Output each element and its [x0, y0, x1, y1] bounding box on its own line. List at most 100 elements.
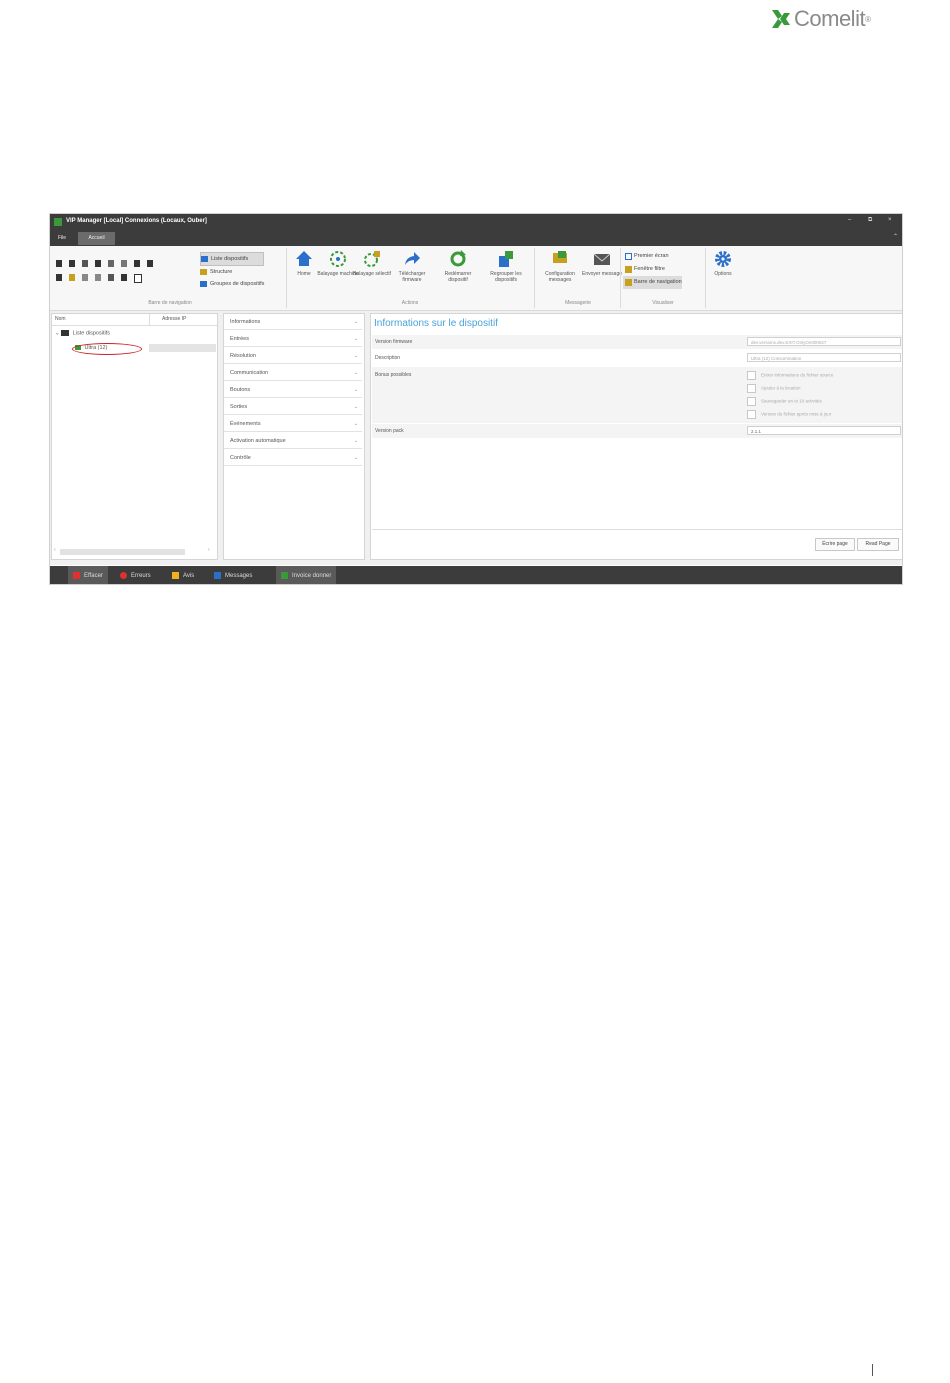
save-icon[interactable]	[69, 260, 75, 267]
restore-button[interactable]: ⧉	[868, 217, 872, 224]
pen-icon[interactable]	[82, 274, 88, 281]
accordion-resolution[interactable]: Résolution ⌄	[224, 348, 362, 364]
accordion-evenements[interactable]: Événements ⌄	[224, 416, 362, 432]
network-icon[interactable]	[134, 260, 140, 267]
scan-selective-button[interactable]: Balayage sélectif	[350, 250, 394, 277]
accordion-entrees[interactable]: Entrées ⌄	[224, 331, 362, 347]
checkbox[interactable]	[747, 397, 756, 406]
headset-icon[interactable]	[95, 274, 101, 281]
scan-selective-label: Balayage sélectif	[353, 271, 391, 277]
write-page-button[interactable]: Écrire page	[815, 538, 855, 551]
structure-icon	[200, 269, 207, 275]
info-icon	[214, 571, 221, 579]
config-messages-icon	[551, 250, 569, 268]
upload-firmware-button[interactable]: Télécharger firmware	[390, 250, 434, 283]
accordion-sorties[interactable]: Sorties ⌄	[224, 399, 362, 415]
status-clear[interactable]: Effacer	[68, 566, 108, 584]
description-field[interactable]: Ultra (12) Consommation	[747, 353, 901, 362]
user-icon[interactable]	[147, 260, 153, 267]
status-errors[interactable]: Erreurs	[120, 566, 151, 584]
nav-device-list[interactable]: Liste dispositifs	[200, 252, 265, 266]
accordion-communication[interactable]: Communication ⌄	[224, 365, 362, 381]
accordion-label: Boutons	[230, 387, 251, 393]
home-icon	[295, 250, 313, 268]
home-small-icon[interactable]	[95, 260, 101, 267]
nav-structure[interactable]: Structure	[200, 266, 264, 278]
status-warnings[interactable]: Avis	[172, 566, 195, 584]
checkbox[interactable]	[747, 410, 756, 419]
list-icon	[201, 256, 208, 262]
checkbox[interactable]	[747, 384, 756, 393]
upload-arrow-icon	[403, 250, 421, 268]
gear-icon	[714, 250, 732, 268]
tree-header: Nom Adresse IP	[52, 314, 217, 326]
status-clear-label: Effacer	[84, 573, 103, 579]
close-button[interactable]: ×	[888, 217, 892, 223]
app-icon	[54, 218, 62, 226]
chevron-down-icon: ⌄	[353, 455, 358, 461]
checkbox[interactable]	[747, 371, 756, 380]
nav-structure-label: Structure	[210, 269, 233, 275]
chevron-down-icon: ⌄	[353, 438, 358, 444]
refresh-icon	[449, 250, 467, 268]
view-first-screen[interactable]: Premier écran	[623, 250, 682, 263]
file-icon[interactable]	[56, 260, 62, 267]
nav-device-groups[interactable]: Groupes de dispositifs	[200, 278, 264, 290]
status-warnings-label: Avis	[183, 573, 195, 579]
folder-icon[interactable]	[108, 260, 114, 267]
settings-accordion: Informations ⌄ Entrées ⌄ Résolution ⌄ Commu…	[223, 313, 365, 560]
horizontal-scrollbar[interactable]	[60, 549, 185, 555]
accordion-label: Sorties	[230, 404, 248, 410]
accordion-activation[interactable]: Activation automatique ⌄	[224, 433, 362, 449]
title-bar: VIP Manager [Local] Connexions (Locaux, …	[50, 214, 902, 230]
firmware-version-field[interactable]: dev.versions.dev.EXIT.OnlyOn000027	[747, 337, 901, 346]
restart-device-label: Redémarrer dispositif	[444, 271, 472, 283]
view-navigation-bar[interactable]: Barre de navigation	[623, 276, 682, 289]
footer-divider	[372, 529, 902, 530]
device-icon[interactable]	[56, 274, 62, 281]
group-devices-button[interactable]: Regrouper les dispositifs	[484, 250, 528, 283]
accordion-informations[interactable]: Informations ⌄	[224, 314, 362, 330]
scroll-left-icon[interactable]: ‹	[54, 547, 56, 553]
monitor-icon[interactable]	[108, 274, 114, 281]
phone-icon[interactable]	[121, 274, 127, 281]
chevron-down-icon: ⌄	[353, 404, 358, 410]
arrow-icon[interactable]	[121, 260, 127, 267]
status-bar: Effacer Erreurs Avis Messages Invoice do…	[50, 566, 902, 584]
read-page-button[interactable]: Read Page	[857, 538, 899, 551]
device-address-cell	[149, 344, 216, 352]
status-messages[interactable]: Messages	[214, 566, 252, 584]
tree-root[interactable]: ⌄ Liste dispositifs	[55, 330, 110, 336]
checkbox-option[interactable]: Version du fichier après mise à jour	[747, 410, 831, 419]
scroll-right-icon[interactable]: ›	[208, 547, 210, 553]
group-separator	[534, 248, 535, 308]
restart-device-button[interactable]: Redémarrer dispositif	[436, 250, 480, 283]
options-button[interactable]: Options	[701, 250, 745, 277]
tab-home[interactable]: Accueil	[78, 232, 115, 245]
column-name[interactable]: Nom	[55, 316, 66, 322]
pack-version-field[interactable]: 2.1.1	[747, 426, 901, 435]
configure-messages-button[interactable]: Configuration messages	[538, 250, 582, 283]
column-divider	[149, 314, 150, 325]
registered-mark: ®	[865, 14, 871, 24]
ribbon-collapse-icon[interactable]: ⌃	[893, 233, 898, 240]
configure-messages-label: Configuration messages	[545, 271, 575, 283]
page-icon[interactable]	[134, 274, 142, 283]
checkbox-option[interactable]: Ajouter à la location	[747, 384, 801, 393]
status-invoice[interactable]: Invoice donner	[276, 566, 337, 584]
checkbox-option[interactable]: Sauvegarder en et 10 activités	[747, 397, 822, 406]
view-filter-window[interactable]: Fenêtre filtre	[623, 263, 682, 276]
tab-file[interactable]: File	[54, 232, 70, 245]
minimize-button[interactable]: –	[848, 217, 851, 223]
key-icon[interactable]	[69, 274, 75, 281]
collapse-toggle-icon[interactable]: ⌄	[55, 330, 60, 336]
accordion-boutons[interactable]: Boutons ⌄	[224, 382, 362, 398]
tools-icon[interactable]	[82, 260, 88, 267]
column-ip-address[interactable]: Adresse IP	[162, 316, 186, 322]
accordion-controle[interactable]: Contrôle ⌄	[224, 450, 362, 466]
checkbox-option[interactable]: Entrer informations du fichier source	[747, 371, 833, 380]
send-message-button[interactable]: Envoyer message	[580, 250, 624, 277]
bonus-label: Bonus possibles	[375, 372, 412, 378]
status-errors-label: Erreurs	[131, 573, 151, 579]
comelit-logo: Comelit ®	[772, 6, 871, 32]
